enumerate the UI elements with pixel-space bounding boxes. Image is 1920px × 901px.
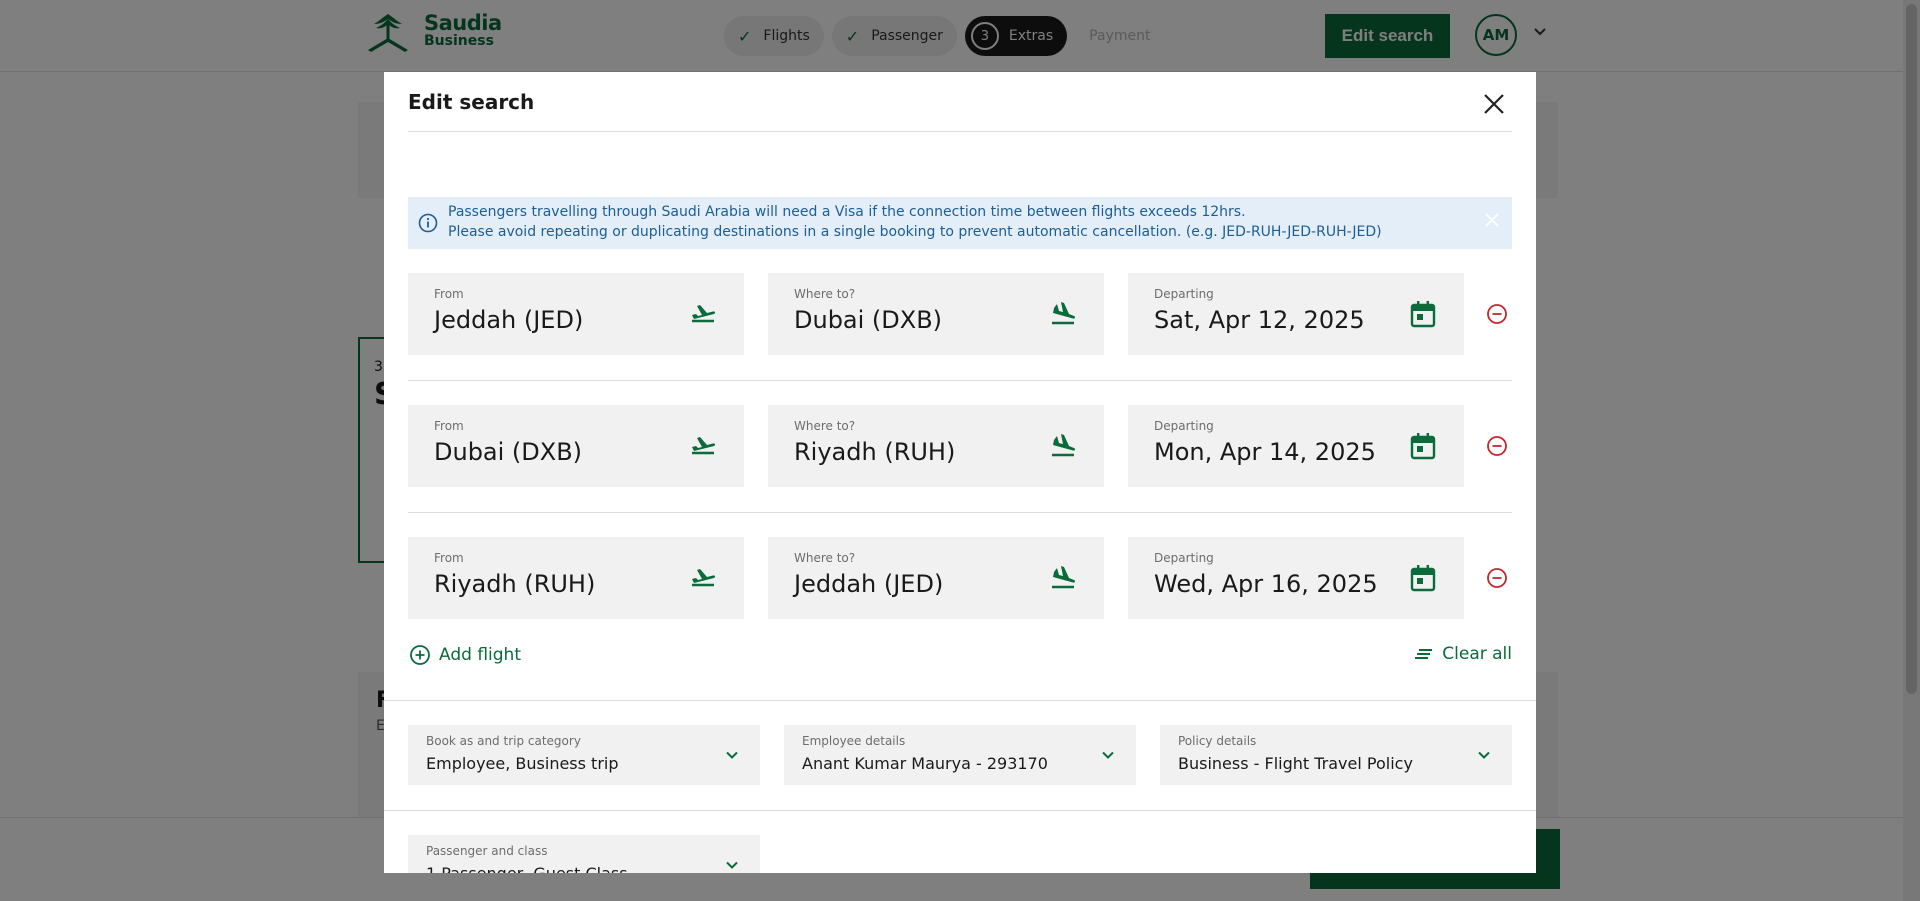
row-divider (408, 380, 1512, 381)
departing-date-field[interactable]: Departing Sat, Apr 12, 2025 (1128, 273, 1464, 355)
info-text-line-1: Passengers travelling through Saudi Arab… (448, 204, 1246, 220)
to-value: Riyadh (RUH) (794, 438, 956, 466)
chevron-down-icon (1102, 751, 1114, 759)
calendar-icon (1410, 565, 1436, 592)
clear-all-label: Clear all (1442, 644, 1512, 664)
trip-category-label: Book as and trip category (426, 734, 581, 748)
plane-takeoff-icon (692, 569, 716, 587)
calendar-icon (1410, 433, 1436, 460)
plane-landing-icon (1052, 302, 1076, 325)
flight-row: From Jeddah (JED) Where to? Dubai (DXB) … (408, 273, 1512, 355)
dismiss-banner-icon[interactable] (1484, 212, 1500, 228)
clear-all-button[interactable]: Clear all (1414, 644, 1512, 664)
trip-category-select[interactable]: Book as and trip category Employee, Busi… (408, 725, 760, 785)
from-value: Jeddah (JED) (434, 306, 584, 334)
chevron-down-icon (726, 751, 738, 759)
from-label: From (434, 287, 464, 301)
info-icon (418, 213, 438, 233)
to-label: Where to? (794, 419, 856, 433)
from-field[interactable]: From Dubai (DXB) (408, 405, 744, 487)
to-field[interactable]: Where to? Riyadh (RUH) (768, 405, 1104, 487)
remove-flight-icon[interactable] (1486, 303, 1508, 325)
info-text-line-2: Please avoid repeating or duplicating de… (448, 224, 1382, 240)
trip-category-value: Employee, Business trip (426, 754, 619, 773)
departing-label: Departing (1154, 551, 1214, 565)
calendar-icon (1410, 301, 1436, 328)
policy-details-label: Policy details (1178, 734, 1257, 748)
policy-details-select[interactable]: Policy details Business - Flight Travel … (1160, 725, 1512, 785)
add-flight-button[interactable]: Add flight (409, 644, 521, 666)
to-label: Where to? (794, 551, 856, 565)
employee-details-label: Employee details (802, 734, 906, 748)
plane-landing-icon (1052, 434, 1076, 457)
chevron-down-icon (726, 861, 738, 869)
employee-details-select[interactable]: Employee details Anant Kumar Maurya - 29… (784, 725, 1136, 785)
edit-search-modal: Edit search Passengers travelling throug… (384, 72, 1536, 873)
add-flight-label: Add flight (439, 645, 521, 665)
to-value: Jeddah (JED) (794, 570, 944, 598)
departing-date-field[interactable]: Departing Mon, Apr 14, 2025 (1128, 405, 1464, 487)
modal-header: Edit search (408, 72, 1512, 132)
passenger-class-select[interactable]: Passenger and class 1 Passenger, Guest C… (408, 835, 760, 873)
from-label: From (434, 551, 464, 565)
to-label: Where to? (794, 287, 856, 301)
section-divider (384, 700, 1536, 701)
chevron-down-icon (1478, 751, 1490, 759)
plane-takeoff-icon (692, 305, 716, 323)
from-value: Dubai (DXB) (434, 438, 583, 466)
remove-flight-icon[interactable] (1486, 435, 1508, 457)
from-label: From (434, 419, 464, 433)
plane-takeoff-icon (692, 437, 716, 455)
departing-date-field[interactable]: Departing Wed, Apr 16, 2025 (1128, 537, 1464, 619)
from-field[interactable]: From Jeddah (JED) (408, 273, 744, 355)
flight-row: From Dubai (DXB) Where to? Riyadh (RUH) … (408, 405, 1512, 487)
departing-label: Departing (1154, 287, 1214, 301)
passenger-class-label: Passenger and class (426, 844, 548, 858)
departing-value: Wed, Apr 16, 2025 (1154, 570, 1378, 598)
close-icon[interactable] (1482, 92, 1506, 116)
departing-label: Departing (1154, 419, 1214, 433)
plane-landing-icon (1052, 566, 1076, 589)
to-field[interactable]: Where to? Jeddah (JED) (768, 537, 1104, 619)
departing-value: Mon, Apr 14, 2025 (1154, 438, 1376, 466)
from-value: Riyadh (RUH) (434, 570, 596, 598)
departing-value: Sat, Apr 12, 2025 (1154, 306, 1365, 334)
clear-lines-icon (1415, 649, 1433, 659)
employee-details-value: Anant Kumar Maurya - 293170 (802, 754, 1048, 773)
remove-flight-icon[interactable] (1486, 567, 1508, 589)
policy-details-value: Business - Flight Travel Policy (1178, 754, 1413, 773)
visa-info-banner: Passengers travelling through Saudi Arab… (408, 197, 1512, 249)
passenger-class-value: 1 Passenger, Guest Class (426, 864, 628, 873)
section-divider (384, 810, 1536, 811)
from-field[interactable]: From Riyadh (RUH) (408, 537, 744, 619)
modal-title: Edit search (408, 90, 535, 114)
to-value: Dubai (DXB) (794, 306, 943, 334)
row-divider (408, 512, 1512, 513)
plus-circle-icon (410, 645, 430, 665)
flight-row: From Riyadh (RUH) Where to? Jeddah (JED)… (408, 537, 1512, 619)
to-field[interactable]: Where to? Dubai (DXB) (768, 273, 1104, 355)
